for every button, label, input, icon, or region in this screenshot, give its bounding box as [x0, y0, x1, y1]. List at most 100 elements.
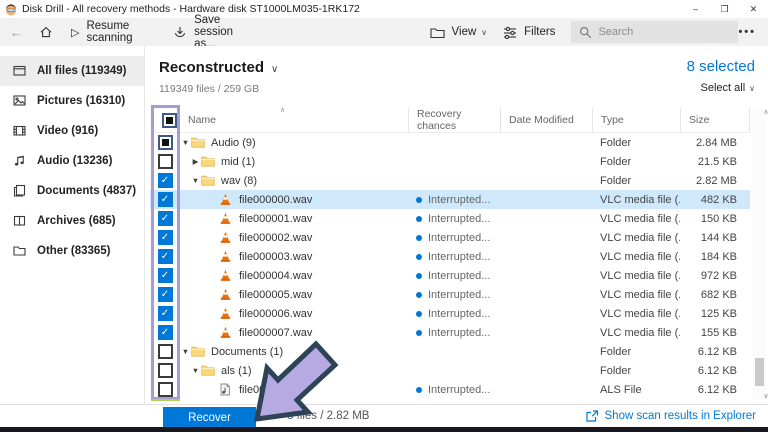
sidebar-item-pictures[interactable]: Pictures (16310) — [0, 86, 144, 116]
file-name-cell[interactable]: file000003.wav — [180, 250, 408, 263]
file-name-cell[interactable]: ▼als (1) — [180, 364, 408, 377]
file-name-cell[interactable]: file000006.wav — [180, 307, 408, 320]
file-name-cell[interactable]: ▼wav (8) — [180, 174, 408, 187]
row-checkbox[interactable] — [150, 363, 180, 378]
filters-button[interactable]: Filters — [524, 26, 555, 38]
collapse-icon[interactable]: ▼ — [180, 347, 191, 356]
table-row[interactable]: ✓file000006.wavInterrupted...VLC media f… — [150, 304, 750, 323]
close-button[interactable]: ✕ — [739, 0, 768, 18]
more-options-button[interactable]: ••• — [738, 26, 756, 38]
file-name-cell[interactable]: file000000.wav — [180, 193, 408, 206]
collapse-icon[interactable]: ▼ — [190, 176, 201, 185]
maximize-button[interactable]: ❐ — [710, 0, 739, 18]
file-name-cell[interactable]: file000005.wav — [180, 288, 408, 301]
expand-icon[interactable]: ▶ — [190, 157, 201, 166]
video-icon — [13, 124, 27, 138]
row-checkbox[interactable]: ✓ — [150, 192, 180, 207]
vlc-file-icon — [219, 231, 233, 244]
table-row[interactable]: ✓file000005.wavInterrupted...VLC media f… — [150, 285, 750, 304]
row-checkbox[interactable]: ✓ — [150, 211, 180, 226]
sidebar-item-all[interactable]: All files (119349) — [0, 56, 144, 86]
minimize-button[interactable]: – — [681, 0, 710, 18]
sidebar-item-other[interactable]: Other (83365) — [0, 236, 144, 266]
row-checkbox[interactable]: ✓ — [150, 173, 180, 188]
vertical-scrollbar[interactable]: ∧ ∨ — [753, 108, 766, 400]
recover-button[interactable]: Recover — [163, 407, 256, 428]
scroll-down-icon[interactable]: ∨ — [760, 392, 768, 400]
view-button[interactable]: View — [452, 26, 477, 38]
column-header-name[interactable]: Name∧ — [180, 108, 408, 132]
home-button[interactable] — [39, 25, 53, 39]
file-name-cell[interactable]: file000001.wav — [180, 212, 408, 225]
select-all-dropdown[interactable]: Select all∨ — [701, 82, 756, 94]
file-name-cell[interactable]: file00000 — [180, 383, 408, 396]
column-header-recovery[interactable]: Recovery chances — [408, 108, 500, 132]
table-row[interactable]: ▶mid (1)Folder21.5 KB — [150, 152, 750, 171]
row-checkbox[interactable]: ✓ — [150, 268, 180, 283]
folder-icon — [201, 174, 215, 187]
sidebar-item-label: Video (916) — [37, 125, 98, 137]
table-row[interactable]: ✓file000001.wavInterrupted...VLC media f… — [150, 209, 750, 228]
recovery-summary: 8 files / 2.82 MB — [287, 410, 369, 422]
file-name-cell[interactable]: ▼Documents (1) — [180, 345, 408, 358]
recovery-chance-cell: Interrupted... — [408, 327, 500, 339]
file-name: file00000 — [239, 384, 284, 396]
sidebar-item-archives[interactable]: Archives (685) — [0, 206, 144, 236]
show-scan-results-link[interactable]: Show scan results in Explorer — [585, 409, 756, 423]
column-header-modified[interactable]: Date Modified — [500, 108, 592, 132]
folder-icon — [201, 364, 215, 377]
sort-ascending-icon: ∧ — [280, 106, 285, 114]
status-dot-icon — [416, 254, 422, 260]
collapse-icon[interactable]: ▼ — [190, 366, 201, 375]
row-checkbox[interactable] — [150, 344, 180, 359]
recovery-method-dropdown[interactable]: Reconstructed∨ — [159, 59, 278, 76]
collapse-icon[interactable]: ▼ — [180, 138, 191, 147]
status-dot-icon — [416, 273, 422, 279]
table-row[interactable]: ▼Audio (9)Folder2.84 MB — [150, 133, 750, 152]
file-name-cell[interactable]: ▶mid (1) — [180, 155, 408, 168]
file-name-cell[interactable]: file000002.wav — [180, 231, 408, 244]
view-folder-icon[interactable] — [430, 26, 445, 39]
table-row[interactable]: ✓file000003.wavInterrupted...VLC media f… — [150, 247, 750, 266]
select-all-checkbox[interactable] — [150, 108, 180, 132]
table-row[interactable]: ✓file000002.wavInterrupted...VLC media f… — [150, 228, 750, 247]
search-input[interactable] — [598, 26, 738, 38]
sidebar-item-audio[interactable]: Audio (13236) — [0, 146, 144, 176]
column-header-size[interactable]: Size — [680, 108, 750, 132]
save-session-icon[interactable] — [173, 25, 187, 39]
table-row[interactable]: ✓file000007.wavInterrupted...VLC media f… — [150, 323, 750, 342]
table-row[interactable]: ✓file000004.wavInterrupted...VLC media f… — [150, 266, 750, 285]
row-checkbox[interactable] — [150, 135, 180, 150]
search-box[interactable] — [571, 21, 738, 43]
save-session-button[interactable]: Save session as... — [194, 14, 257, 50]
table-row[interactable]: file00000Interrupted...ALS File6.12 KB — [150, 380, 750, 399]
scrollbar-thumb[interactable] — [755, 358, 764, 386]
row-checkbox[interactable]: ✓ — [150, 325, 180, 340]
table-row[interactable]: ▼Documents (1)Folder6.12 KB — [150, 342, 750, 361]
file-name-cell[interactable]: file000004.wav — [180, 269, 408, 282]
table-row[interactable]: ▼als (1)Folder6.12 KB — [150, 361, 750, 380]
scroll-up-icon[interactable]: ∧ — [760, 108, 768, 116]
back-button[interactable]: ← — [10, 25, 23, 40]
sidebar-item-video[interactable]: Video (916) — [0, 116, 144, 146]
filters-icon[interactable] — [503, 26, 517, 39]
sidebar-item-documents[interactable]: Documents (4837) — [0, 176, 144, 206]
disk-drill-logo-icon — [5, 3, 17, 15]
file-name: file000000.wav — [239, 194, 312, 206]
row-checkbox[interactable] — [150, 382, 180, 397]
table-row[interactable]: ✓▼wav (8)Folder2.82 MB — [150, 171, 750, 190]
file-size-cell: 2.82 MB — [680, 175, 750, 187]
row-checkbox[interactable]: ✓ — [150, 249, 180, 264]
column-header-type[interactable]: Type — [592, 108, 680, 132]
sidebar-item-label: Other (83365) — [37, 245, 111, 257]
status-dot-icon — [416, 387, 422, 393]
row-checkbox[interactable]: ✓ — [150, 230, 180, 245]
resume-scanning-button[interactable]: Resume scanning — [86, 20, 149, 44]
row-checkbox[interactable] — [150, 154, 180, 169]
file-name-cell[interactable]: ▼Audio (9) — [180, 136, 408, 149]
table-row[interactable]: ✓file000000.wavInterrupted...VLC media f… — [150, 190, 750, 209]
file-name-cell[interactable]: file000007.wav — [180, 326, 408, 339]
resume-scanning-icon[interactable]: ▷ — [71, 26, 79, 39]
row-checkbox[interactable]: ✓ — [150, 287, 180, 302]
row-checkbox[interactable]: ✓ — [150, 306, 180, 321]
